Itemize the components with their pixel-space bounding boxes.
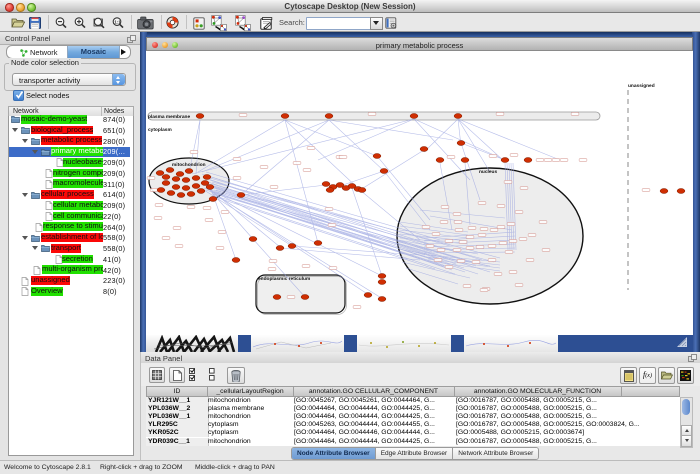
svg-text:endoplasmic reticulum: endoplasmic reticulum (258, 276, 310, 282)
svg-text:plasma membrane: plasma membrane (148, 114, 190, 120)
svg-text:1:1: 1:1 (114, 19, 121, 24)
svg-text:unassigned: unassigned (628, 83, 655, 89)
svg-text:cytoplasm: cytoplasm (148, 127, 172, 133)
svg-text:mitochondrion: mitochondrion (172, 162, 206, 168)
svg-text:nucleus: nucleus (479, 169, 497, 175)
